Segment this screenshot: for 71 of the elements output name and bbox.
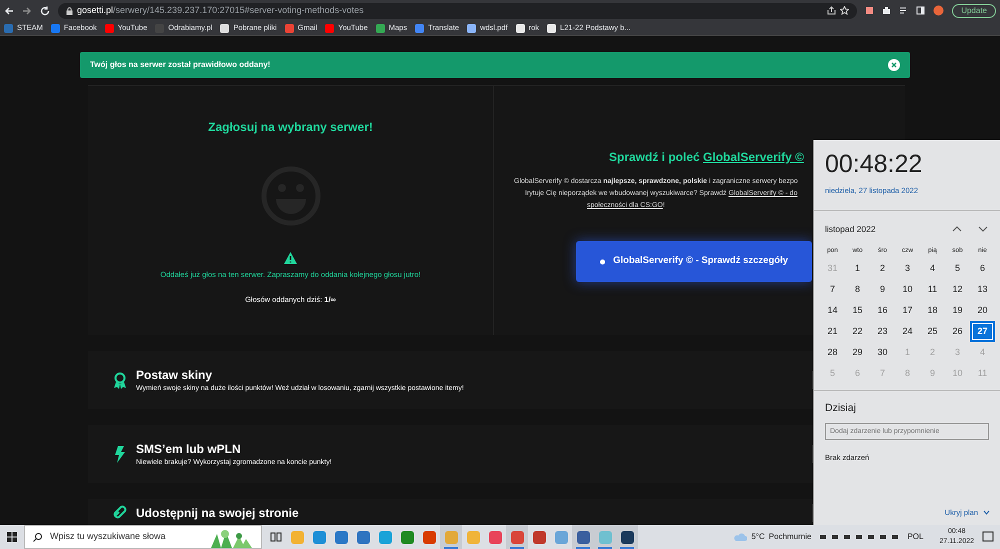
calendar-day[interactable]: 29 — [845, 342, 870, 363]
language-indicator[interactable]: POL — [907, 531, 924, 543]
feature-title: Udostępnij na swojej stronie — [136, 505, 300, 522]
panel-heading: Zagłosuj na wybrany serwer! — [208, 119, 373, 136]
calendar-day[interactable]: 3 — [895, 258, 920, 279]
share-icon[interactable] — [827, 6, 836, 15]
avatar-icon[interactable] — [933, 5, 944, 16]
cloud-icon — [733, 532, 748, 542]
calendar-day[interactable]: 18 — [920, 300, 945, 321]
chevron-up-icon[interactable] — [952, 226, 962, 232]
calendar-day[interactable]: 20 — [970, 300, 995, 321]
calendar-day[interactable]: 2 — [870, 258, 895, 279]
extension-icon[interactable] — [865, 6, 874, 15]
calendar-day[interactable]: 1 — [845, 258, 870, 279]
star-icon[interactable] — [840, 6, 850, 15]
calendar-day[interactable]: 6 — [970, 258, 995, 279]
calendar-day[interactable]: 19 — [945, 300, 970, 321]
calendar-day[interactable]: 25 — [920, 320, 945, 342]
calendar-day[interactable]: 17 — [895, 300, 920, 321]
notification-icon[interactable] — [982, 531, 994, 543]
calendar-day[interactable]: 8 — [845, 278, 870, 300]
link-icon — [112, 504, 128, 521]
back-icon[interactable] — [4, 6, 14, 16]
promo-heading: Sprawdź i poleć GlobalServerify © — [609, 149, 804, 166]
puzzle-icon[interactable] — [882, 6, 892, 15]
search-icon — [33, 532, 42, 542]
section-heading: Dzisiaj — [825, 400, 857, 416]
calendar-day[interactable]: 16 — [870, 300, 895, 321]
chevron-down-icon[interactable] — [978, 226, 988, 232]
calendar-day[interactable]: 5 — [945, 258, 970, 279]
update-button[interactable]: Update — [952, 4, 996, 18]
calendar-day[interactable]: 10 — [895, 278, 920, 300]
forward-icon[interactable] — [22, 6, 32, 16]
calendar-day[interactable]: 22 — [845, 320, 870, 342]
weather-text: Pochmurnie — [768, 531, 812, 543]
feature-title: Postaw skiny — [136, 366, 214, 384]
calendar-day[interactable]: 26 — [945, 320, 970, 342]
feature-title: SMS’em lub wPLN — [136, 440, 242, 458]
alert-text: Twój głos na serwer został prawidłowo oddany! — [90, 59, 270, 71]
link[interactable]: GlobalServerify © — [703, 150, 804, 164]
calendar-day[interactable]: 13 — [970, 278, 995, 300]
month-label: listopad 2022 — [825, 223, 877, 236]
warning-icon — [284, 252, 297, 264]
app-icon[interactable] — [616, 525, 638, 549]
calendar-day[interactable]: 7 — [820, 278, 845, 300]
calendar-day[interactable]: 21 — [820, 320, 845, 342]
details-button[interactable]: GlobalServerify © - Sprawdź szczegóły — [576, 241, 812, 282]
calendar-day[interactable]: 11 — [920, 278, 945, 300]
reload-icon[interactable] — [40, 6, 50, 16]
calendar-day[interactable]: 9 — [870, 278, 895, 300]
calendar-day[interactable]: 28 — [820, 342, 845, 363]
playlist-icon[interactable] — [899, 6, 908, 15]
lock-icon — [66, 6, 73, 14]
calendar-day[interactable]: 14 — [820, 300, 845, 321]
info-icon — [600, 258, 606, 266]
calendar-day[interactable]: 24 — [895, 320, 920, 342]
chevron-down-icon[interactable] — [983, 510, 990, 515]
temperature-text: 5°C — [751, 531, 765, 543]
search-field[interactable]: Wpisz tu wyszukiwane słowa — [24, 525, 262, 549]
calendar-day[interactable]: 12 — [945, 278, 970, 300]
app-icon[interactable] — [572, 525, 594, 549]
clock-time: 00:48:22 — [824, 149, 924, 177]
calendar-day[interactable]: 30 — [870, 342, 895, 363]
sidebar-icon[interactable] — [916, 6, 926, 15]
calendar-day[interactable]: 27 — [970, 320, 995, 342]
calendar-day[interactable]: 15 — [845, 300, 870, 321]
calendar-day[interactable]: 23 — [870, 320, 895, 342]
award-icon — [112, 372, 128, 388]
close-icon[interactable] — [888, 59, 900, 71]
calendar-day[interactable]: 4 — [920, 258, 945, 279]
lightning-icon — [112, 446, 128, 462]
